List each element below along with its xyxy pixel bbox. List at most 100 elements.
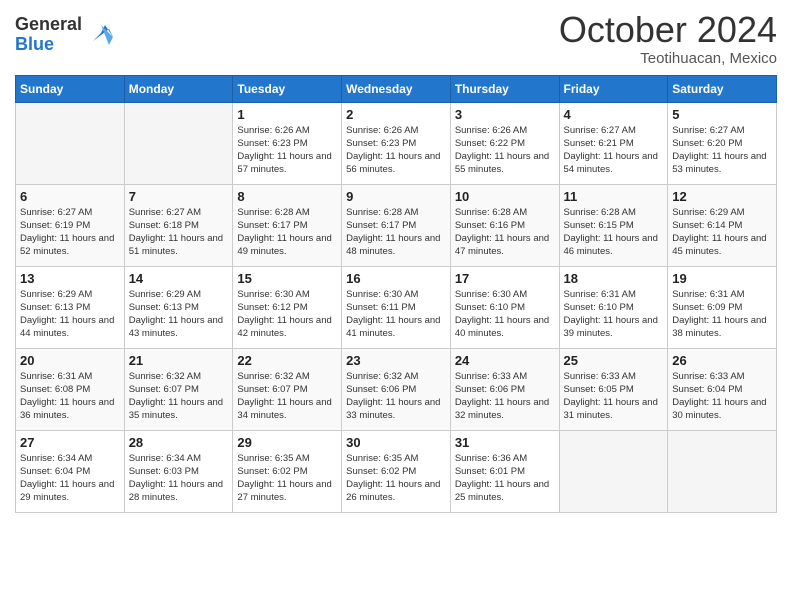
calendar-day-cell: 17 Sunrise: 6:30 AMSunset: 6:10 PMDayligh… [450, 266, 559, 348]
day-info: Sunrise: 6:31 AMSunset: 6:10 PMDaylight:… [564, 288, 664, 341]
day-number: 23 [346, 353, 446, 368]
day-number: 15 [237, 271, 337, 286]
day-info: Sunrise: 6:29 AMSunset: 6:13 PMDaylight:… [20, 288, 120, 341]
day-number: 4 [564, 107, 664, 122]
day-info: Sunrise: 6:32 AMSunset: 6:07 PMDaylight:… [129, 370, 229, 423]
weekday-header-tuesday: Tuesday [233, 75, 342, 102]
day-number: 1 [237, 107, 337, 122]
day-info: Sunrise: 6:31 AMSunset: 6:08 PMDaylight:… [20, 370, 120, 423]
day-number: 26 [672, 353, 772, 368]
weekday-header-saturday: Saturday [668, 75, 777, 102]
calendar-day-cell: 1 Sunrise: 6:26 AMSunset: 6:23 PMDaylight… [233, 102, 342, 184]
calendar-week-row: 27 Sunrise: 6:34 AMSunset: 6:04 PMDayligh… [16, 430, 777, 512]
calendar-day-cell: 28 Sunrise: 6:34 AMSunset: 6:03 PMDayligh… [124, 430, 233, 512]
calendar-day-cell: 11Sunrise: 6:28 AMSunset: 6:15 PMDayligh… [559, 184, 668, 266]
calendar-day-cell [16, 102, 125, 184]
day-info: Sunrise: 6:35 AMSunset: 6:02 PMDaylight:… [346, 452, 446, 505]
day-number: 12 [672, 189, 772, 204]
day-info: Sunrise: 6:30 AMSunset: 6:12 PMDaylight:… [237, 288, 337, 341]
day-number: 30 [346, 435, 446, 450]
day-number: 3 [455, 107, 555, 122]
day-number: 14 [129, 271, 229, 286]
calendar-day-cell: 6 Sunrise: 6:27 AMSunset: 6:19 PMDaylight… [16, 184, 125, 266]
weekday-header-thursday: Thursday [450, 75, 559, 102]
day-number: 21 [129, 353, 229, 368]
location-title: Teotihuacan, Mexico [559, 50, 777, 67]
day-number: 17 [455, 271, 555, 286]
calendar-week-row: 6 Sunrise: 6:27 AMSunset: 6:19 PMDaylight… [16, 184, 777, 266]
day-info: Sunrise: 6:33 AMSunset: 6:04 PMDaylight:… [672, 370, 772, 423]
day-info: Sunrise: 6:34 AMSunset: 6:04 PMDaylight:… [20, 452, 120, 505]
calendar-day-cell: 24Sunrise: 6:33 AMSunset: 6:06 PMDayligh… [450, 348, 559, 430]
month-title: October 2024 [559, 10, 777, 50]
day-info: Sunrise: 6:28 AMSunset: 6:16 PMDaylight:… [455, 206, 555, 259]
day-number: 6 [20, 189, 120, 204]
logo-blue: Blue [15, 35, 82, 55]
weekday-header-monday: Monday [124, 75, 233, 102]
calendar-day-cell: 14Sunrise: 6:29 AMSunset: 6:13 PMDayligh… [124, 266, 233, 348]
calendar-week-row: 20Sunrise: 6:31 AMSunset: 6:08 PMDayligh… [16, 348, 777, 430]
day-info: Sunrise: 6:34 AMSunset: 6:03 PMDaylight:… [129, 452, 229, 505]
calendar-day-cell: 13Sunrise: 6:29 AMSunset: 6:13 PMDayligh… [16, 266, 125, 348]
day-info: Sunrise: 6:27 AMSunset: 6:19 PMDaylight:… [20, 206, 120, 259]
calendar-day-cell: 18 Sunrise: 6:31 AMSunset: 6:10 PMDayligh… [559, 266, 668, 348]
calendar-day-cell: 22 Sunrise: 6:32 AMSunset: 6:07 PMDayligh… [233, 348, 342, 430]
day-number: 10 [455, 189, 555, 204]
logo: General Blue [15, 15, 117, 55]
calendar-day-cell: 31 Sunrise: 6:36 AMSunset: 6:01 PMDayligh… [450, 430, 559, 512]
calendar-day-cell: 26 Sunrise: 6:33 AMSunset: 6:04 PMDayligh… [668, 348, 777, 430]
calendar-day-cell: 19 Sunrise: 6:31 AMSunset: 6:09 PMDayligh… [668, 266, 777, 348]
weekday-header-friday: Friday [559, 75, 668, 102]
day-info: Sunrise: 6:29 AMSunset: 6:14 PMDaylight:… [672, 206, 772, 259]
calendar-day-cell: 12 Sunrise: 6:29 AMSunset: 6:14 PMDayligh… [668, 184, 777, 266]
calendar-day-cell: 29Sunrise: 6:35 AMSunset: 6:02 PMDayligh… [233, 430, 342, 512]
calendar-day-cell: 9Sunrise: 6:28 AMSunset: 6:17 PMDaylight… [342, 184, 451, 266]
calendar-day-cell: 16Sunrise: 6:30 AMSunset: 6:11 PMDayligh… [342, 266, 451, 348]
calendar-day-cell: 30 Sunrise: 6:35 AMSunset: 6:02 PMDayligh… [342, 430, 451, 512]
day-number: 31 [455, 435, 555, 450]
calendar-table: SundayMondayTuesdayWednesdayThursdayFrid… [15, 75, 777, 513]
day-info: Sunrise: 6:30 AMSunset: 6:10 PMDaylight:… [455, 288, 555, 341]
calendar-day-cell [668, 430, 777, 512]
day-number: 16 [346, 271, 446, 286]
calendar-day-cell: 15 Sunrise: 6:30 AMSunset: 6:12 PMDayligh… [233, 266, 342, 348]
day-number: 2 [346, 107, 446, 122]
logo-text: General Blue [15, 15, 82, 55]
calendar-week-row: 1 Sunrise: 6:26 AMSunset: 6:23 PMDaylight… [16, 102, 777, 184]
calendar-day-cell: 4 Sunrise: 6:27 AMSunset: 6:21 PMDaylight… [559, 102, 668, 184]
day-info: Sunrise: 6:27 AMSunset: 6:18 PMDaylight:… [129, 206, 229, 259]
calendar-day-cell: 7Sunrise: 6:27 AMSunset: 6:18 PMDaylight… [124, 184, 233, 266]
day-number: 5 [672, 107, 772, 122]
day-info: Sunrise: 6:28 AMSunset: 6:15 PMDaylight:… [564, 206, 664, 259]
day-number: 28 [129, 435, 229, 450]
day-info: Sunrise: 6:27 AMSunset: 6:21 PMDaylight:… [564, 124, 664, 177]
calendar-day-cell: 27 Sunrise: 6:34 AMSunset: 6:04 PMDayligh… [16, 430, 125, 512]
day-info: Sunrise: 6:36 AMSunset: 6:01 PMDaylight:… [455, 452, 555, 505]
calendar-day-cell [559, 430, 668, 512]
title-block: October 2024 Teotihuacan, Mexico [559, 10, 777, 67]
day-number: 22 [237, 353, 337, 368]
day-info: Sunrise: 6:33 AMSunset: 6:05 PMDaylight:… [564, 370, 664, 423]
day-info: Sunrise: 6:26 AMSunset: 6:23 PMDaylight:… [346, 124, 446, 177]
day-number: 25 [564, 353, 664, 368]
day-number: 8 [237, 189, 337, 204]
day-info: Sunrise: 6:28 AMSunset: 6:17 PMDaylight:… [237, 206, 337, 259]
calendar-week-row: 13Sunrise: 6:29 AMSunset: 6:13 PMDayligh… [16, 266, 777, 348]
calendar-day-cell [124, 102, 233, 184]
day-info: Sunrise: 6:28 AMSunset: 6:17 PMDaylight:… [346, 206, 446, 259]
weekday-header-row: SundayMondayTuesdayWednesdayThursdayFrid… [16, 75, 777, 102]
day-info: Sunrise: 6:31 AMSunset: 6:09 PMDaylight:… [672, 288, 772, 341]
calendar-day-cell: 2 Sunrise: 6:26 AMSunset: 6:23 PMDaylight… [342, 102, 451, 184]
day-number: 27 [20, 435, 120, 450]
calendar-day-cell: 25 Sunrise: 6:33 AMSunset: 6:05 PMDayligh… [559, 348, 668, 430]
day-number: 19 [672, 271, 772, 286]
calendar-day-cell: 20Sunrise: 6:31 AMSunset: 6:08 PMDayligh… [16, 348, 125, 430]
logo-general: General [15, 15, 82, 35]
calendar-day-cell: 8 Sunrise: 6:28 AMSunset: 6:17 PMDaylight… [233, 184, 342, 266]
day-info: Sunrise: 6:26 AMSunset: 6:23 PMDaylight:… [237, 124, 337, 177]
day-number: 18 [564, 271, 664, 286]
calendar-day-cell: 5Sunrise: 6:27 AMSunset: 6:20 PMDaylight… [668, 102, 777, 184]
calendar-day-cell: 3Sunrise: 6:26 AMSunset: 6:22 PMDaylight… [450, 102, 559, 184]
calendar-day-cell: 21 Sunrise: 6:32 AMSunset: 6:07 PMDayligh… [124, 348, 233, 430]
day-info: Sunrise: 6:32 AMSunset: 6:07 PMDaylight:… [237, 370, 337, 423]
